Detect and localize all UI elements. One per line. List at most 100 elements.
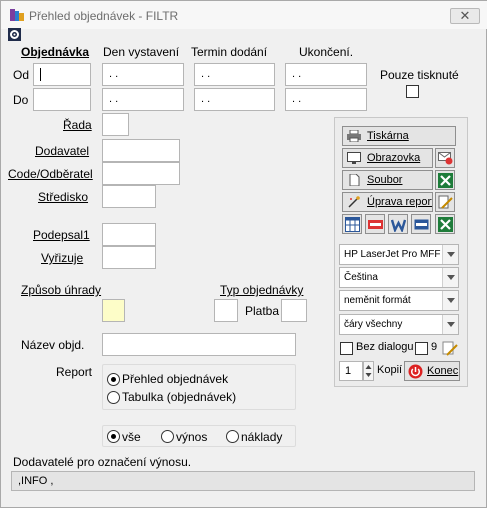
language-select[interactable]: Čeština [339, 267, 459, 288]
file-icon [349, 174, 360, 186]
delivery-date-to-input[interactable]: . . [194, 88, 275, 111]
order-to-input[interactable] [33, 88, 91, 111]
copies-input[interactable]: 1 [339, 361, 363, 381]
platba-label: Platba [245, 304, 280, 318]
info-field[interactable]: ,INFO , [11, 471, 475, 491]
settings-wand-icon[interactable] [442, 340, 458, 356]
row-to-label: Do [13, 93, 29, 107]
title-bar: Přehled objednávek - FILTR ✕ [1, 1, 487, 29]
lines-select-value: čáry všechny [344, 319, 403, 330]
end-date-to-input[interactable]: . . [285, 88, 367, 111]
printer-select[interactable]: HP LaserJet Pro MFF [339, 244, 459, 265]
designer-icon [438, 195, 453, 209]
stredisko-label: Středisko [38, 190, 89, 204]
printer-icon [347, 130, 361, 142]
file-button-label: Soubor [367, 174, 403, 186]
type-income-radio[interactable] [161, 430, 174, 443]
gear-icon[interactable] [8, 28, 21, 41]
grid-icon [345, 217, 360, 232]
printer-button[interactable]: Tiskárna [342, 126, 456, 146]
vyrizuje-input[interactable] [102, 246, 156, 269]
chevron-down-icon [442, 245, 458, 264]
app-icon [10, 9, 24, 21]
power-icon [408, 364, 423, 379]
monitor-icon [347, 152, 361, 164]
col-order-header: Objednávka [21, 45, 90, 59]
print-only-checkbox[interactable] [406, 85, 419, 98]
excel-export-button-2[interactable] [435, 214, 455, 234]
report-option-prehled-label[interactable]: Přehled objednávek [122, 372, 228, 386]
no-dialog-label: Bez dialogu [356, 341, 414, 353]
report-option-tabulka-label[interactable]: Tabulka (objednávek) [122, 390, 236, 404]
issue-date-from-input[interactable]: . . [102, 63, 184, 86]
report-label: Report [56, 365, 93, 379]
spinner-arrows-icon [365, 365, 372, 377]
no-dialog-checkbox[interactable] [340, 342, 353, 355]
type-costs-radio[interactable] [226, 430, 239, 443]
file-button[interactable]: Soubor [342, 170, 433, 190]
copies-spinner[interactable] [363, 361, 374, 381]
excel-icon [438, 173, 453, 188]
nine-checkbox[interactable] [415, 342, 428, 355]
printer-select-value: HP LaserJet Pro MFF [344, 249, 441, 260]
type-all-radio[interactable] [107, 430, 120, 443]
typ-objednavky-label: Typ objednávky [220, 283, 304, 297]
format-select[interactable]: neměnit formát [339, 290, 459, 311]
chevron-down-icon [442, 315, 458, 334]
type-all-label[interactable]: vše [122, 430, 141, 444]
info-label: Dodavatelé pro označení výnosu. [13, 455, 192, 469]
edit-wand-icon [348, 196, 360, 208]
type-income-label[interactable]: výnos [176, 430, 207, 444]
chevron-down-icon [442, 291, 458, 310]
copies-label: Kopií [377, 364, 403, 376]
nazev-objd-label: Název objd. [21, 338, 85, 352]
grid-export-button[interactable] [342, 214, 362, 234]
screen-button[interactable]: Obrazovka [342, 148, 433, 168]
report-option-prehled-radio[interactable] [107, 373, 120, 386]
nazev-objd-input[interactable] [102, 333, 296, 356]
issue-date-to-input[interactable]: . . [102, 88, 184, 111]
podepsal-label: Podepsal1 [33, 228, 90, 242]
code-odberatel-label: Code/Odběratel [8, 167, 93, 181]
dodavatel-input[interactable] [102, 139, 180, 162]
col-delivery-header: Termin dodání [191, 45, 268, 59]
language-select-value: Čeština [344, 272, 378, 283]
report-option-tabulka-radio[interactable] [107, 391, 120, 404]
type-costs-label[interactable]: náklady [241, 430, 282, 444]
filter-window: Přehled objednávek - FILTR ✕ Objednávka … [0, 0, 487, 508]
order-from-input[interactable] [33, 63, 91, 86]
format-select-value: neměnit formát [344, 295, 411, 306]
excel-export-button[interactable] [435, 170, 455, 190]
exit-button[interactable]: Konec [404, 361, 460, 381]
close-button[interactable]: ✕ [450, 8, 480, 24]
exit-button-label: Konec [427, 365, 459, 377]
vyrizuje-label: Vyřizuje [41, 251, 84, 265]
email-button[interactable] [435, 148, 455, 168]
email-icon [438, 152, 453, 165]
typ-objednavky-input[interactable] [214, 299, 238, 322]
rada-input[interactable] [102, 113, 129, 136]
html-export-button[interactable] [411, 214, 431, 234]
stredisko-input[interactable] [102, 185, 156, 208]
word-export-button[interactable] [388, 214, 408, 234]
chevron-down-icon [442, 268, 458, 287]
rada-label: Řada [63, 118, 92, 132]
zpusob-uhrady-input[interactable] [102, 299, 125, 322]
delivery-date-from-input[interactable]: . . [194, 63, 275, 86]
excel-icon [438, 217, 453, 232]
podepsal-input[interactable] [102, 223, 156, 246]
pdf-export-button[interactable] [365, 214, 385, 234]
zpusob-uhrady-label: Způsob úhrady [21, 283, 102, 297]
dodavatel-label: Dodavatel [35, 144, 90, 158]
end-date-from-input[interactable]: . . [285, 63, 367, 86]
close-icon: ✕ [459, 8, 471, 23]
designer-button[interactable] [435, 192, 455, 212]
edit-report-button-label: Úprava report [367, 196, 433, 208]
code-odberatel-input[interactable] [102, 162, 180, 185]
col-issue-header: Den vystavení [103, 45, 180, 59]
lines-select[interactable]: čáry všechny [339, 314, 459, 335]
platba-input[interactable] [281, 299, 307, 322]
col-end-header: Ukončení. [299, 45, 354, 59]
edit-report-button[interactable]: Úprava report [342, 192, 433, 212]
print-only-label: Pouze tisknuté [380, 68, 459, 82]
